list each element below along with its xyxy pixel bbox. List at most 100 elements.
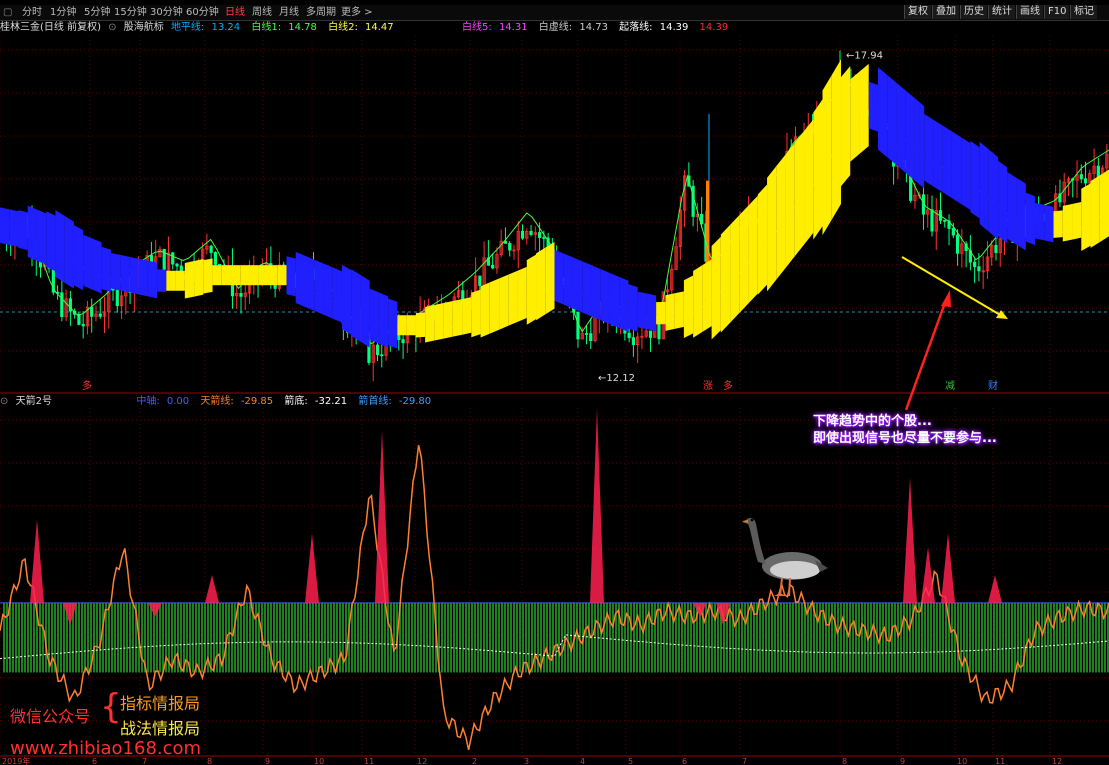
horizon-band-segment — [1062, 203, 1073, 242]
candle-body — [90, 306, 94, 317]
axis-tick-label: 10 — [314, 757, 324, 765]
axis-tick-label: 8 — [207, 757, 212, 765]
signal-spike — [305, 533, 319, 603]
horizon-band-segment — [711, 236, 721, 340]
high-price-label: ←17.94 — [846, 50, 883, 61]
horizon-band-segment — [628, 284, 638, 332]
signal-spike — [921, 547, 935, 603]
signal-marker: 多 — [723, 379, 733, 392]
horizon-band-segment — [951, 131, 962, 204]
horizon-band-segment — [998, 160, 1008, 244]
horizon-band-segment — [480, 282, 490, 338]
candle-body — [520, 230, 525, 239]
candle-body — [537, 232, 542, 238]
horizon-band-segment — [406, 315, 416, 336]
horizon-band-segment — [341, 264, 352, 335]
candle-body — [491, 264, 495, 269]
horizon-band-segment — [351, 269, 361, 342]
annotation-text: 下降趋势中的个股... 即使出现信号也尽量不要参与... — [813, 413, 997, 447]
axis-tick-label: 9 — [900, 757, 905, 765]
horizon-band-segment — [822, 74, 832, 236]
candle-body — [478, 275, 482, 286]
signal-spike — [205, 575, 219, 603]
horizon-band-segment — [249, 265, 259, 286]
horizon-band-segment — [304, 255, 315, 311]
horizon-band-segment — [942, 125, 952, 199]
settings-icon[interactable]: ⊙ — [0, 396, 8, 407]
horizon-band-segment — [323, 263, 333, 319]
indicator-legend: ⊙ 天箭2号 中轴: 0.00 天箭线: -29.85 箭底: -32.21 箭… — [0, 395, 439, 409]
ind-legend-item-4: 箭首线: -29.80 — [358, 396, 432, 407]
watermark-url: www.zhibiao168.com — [10, 738, 202, 759]
axis-tick-label: 12 — [1052, 757, 1062, 765]
horizon-band-segment — [203, 258, 213, 294]
horizon-band-segment — [674, 291, 684, 329]
candle-body — [977, 266, 981, 272]
candle-body — [1083, 178, 1088, 184]
ind-legend-item-3: 箭底: -32.21 — [284, 396, 348, 407]
horizon-band-segment — [425, 304, 435, 343]
candle-body — [209, 245, 213, 253]
candle-body — [68, 298, 72, 312]
horizon-band-segment — [9, 209, 19, 247]
horizon-band-segment — [443, 301, 453, 339]
horizon-band-segment — [434, 303, 444, 341]
candle-body — [589, 333, 593, 342]
horizon-band-segment — [138, 258, 148, 297]
candle-body — [60, 292, 64, 318]
signal-spike — [590, 408, 604, 603]
candle-body — [508, 242, 512, 251]
annotation-line-1: 下降趋势中的个股... — [813, 414, 932, 429]
horizon-band-segment — [1016, 177, 1026, 251]
horizon-band-segment — [452, 299, 463, 337]
horizon-band-segment — [508, 270, 518, 326]
candle-body — [627, 332, 631, 339]
candle-body — [584, 333, 589, 335]
horizon-band-segment — [110, 252, 121, 291]
candle-body — [955, 234, 960, 254]
horizon-band-segment — [499, 274, 509, 330]
candle-body — [542, 237, 546, 239]
horizon-band-segment — [554, 249, 564, 305]
horizon-band-segment — [988, 149, 999, 240]
horizon-band-segment — [378, 292, 389, 348]
horizon-band-segment — [637, 291, 647, 330]
horizon-band-segment — [1090, 175, 1100, 248]
horizon-band-segment — [120, 254, 130, 293]
horizon-band-segment — [1053, 210, 1063, 238]
candle-body — [973, 261, 977, 268]
horizon-band-segment — [804, 119, 814, 245]
horizon-band-segment — [295, 251, 305, 307]
candle-body — [213, 252, 218, 265]
axis-tick-label: 11 — [364, 757, 374, 765]
horizon-band-segment — [933, 119, 943, 193]
horizon-band-segment — [979, 141, 989, 232]
horizon-band-segment — [489, 278, 500, 334]
candle-body — [631, 337, 636, 346]
horizon-band-segment — [702, 259, 712, 332]
annotation-line-2: 即使出现信号也尽量不要参与... — [813, 431, 997, 446]
horizon-band-segment — [757, 184, 768, 295]
signal-marker: 涨 — [703, 380, 713, 392]
horizon-band-segment — [55, 210, 65, 283]
horizon-band-segment — [970, 140, 980, 219]
horizon-band-segment — [545, 241, 555, 315]
horizon-band-segment — [92, 238, 102, 294]
axis-tick-label: 3 — [524, 757, 529, 765]
candle-body — [239, 293, 243, 297]
horizon-band-segment — [277, 265, 287, 286]
horizon-band-segment — [258, 265, 269, 286]
indicator2-name[interactable]: 天箭2号 — [16, 396, 52, 407]
candle-body — [994, 245, 998, 253]
horizon-band-segment — [739, 205, 749, 314]
axis-tick-label: 12 — [417, 757, 427, 765]
horizon-band-segment — [794, 131, 805, 257]
horizon-band-segment — [859, 63, 869, 154]
horizon-band-segment — [914, 98, 925, 189]
horizon-band-segment — [166, 270, 176, 291]
horizon-band-segment — [129, 256, 139, 295]
horizon-band-segment — [268, 265, 278, 286]
horizon-band-segment — [397, 315, 407, 336]
horizon-band-segment — [27, 205, 37, 261]
axis-tick-label: 2 — [472, 757, 477, 765]
